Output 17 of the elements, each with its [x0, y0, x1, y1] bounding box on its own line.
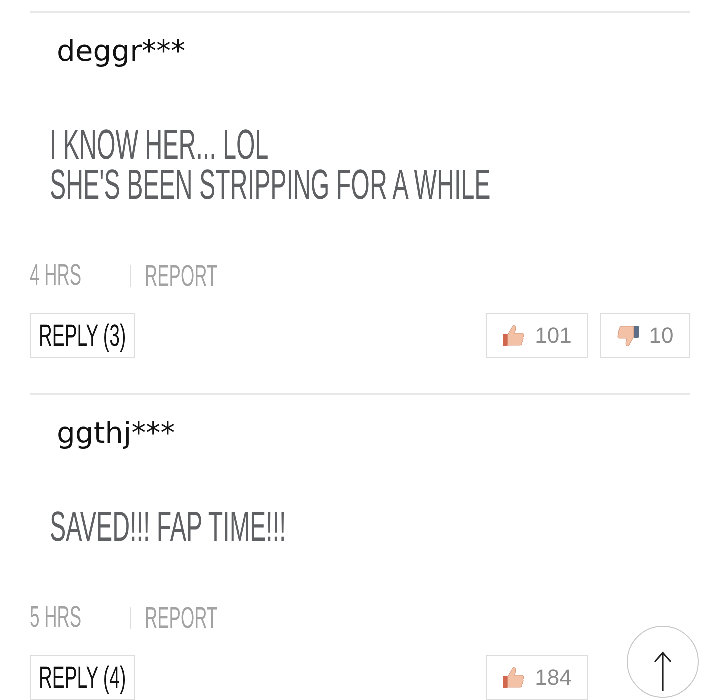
reply-button[interactable]: REPLY (3) — [30, 313, 136, 358]
timestamp: 5 HRS — [30, 602, 82, 632]
report-link[interactable]: REPORT — [145, 260, 218, 292]
username: deggr*** — [57, 33, 186, 69]
thumbs-up-icon — [502, 666, 526, 690]
reply-button[interactable]: REPLY (4) — [30, 655, 136, 700]
comment-text: I KNOW HER... LOL SHE'S BEEN STRIPPING FOR A WHILE — [50, 125, 491, 205]
thumbs-down-icon — [616, 324, 640, 348]
report-link[interactable]: REPORT — [145, 602, 218, 634]
comment-text: SAVED!!! FAP TIME!!! — [50, 507, 286, 547]
like-button[interactable]: 184 — [486, 655, 588, 700]
dislike-button[interactable]: 10 — [600, 313, 690, 358]
up-arrow-icon — [653, 651, 673, 691]
timestamp: 4 HRS — [30, 260, 82, 290]
like-button[interactable]: 101 — [486, 313, 588, 358]
thumbs-up-icon — [502, 324, 526, 348]
username: ggthj*** — [57, 415, 176, 451]
